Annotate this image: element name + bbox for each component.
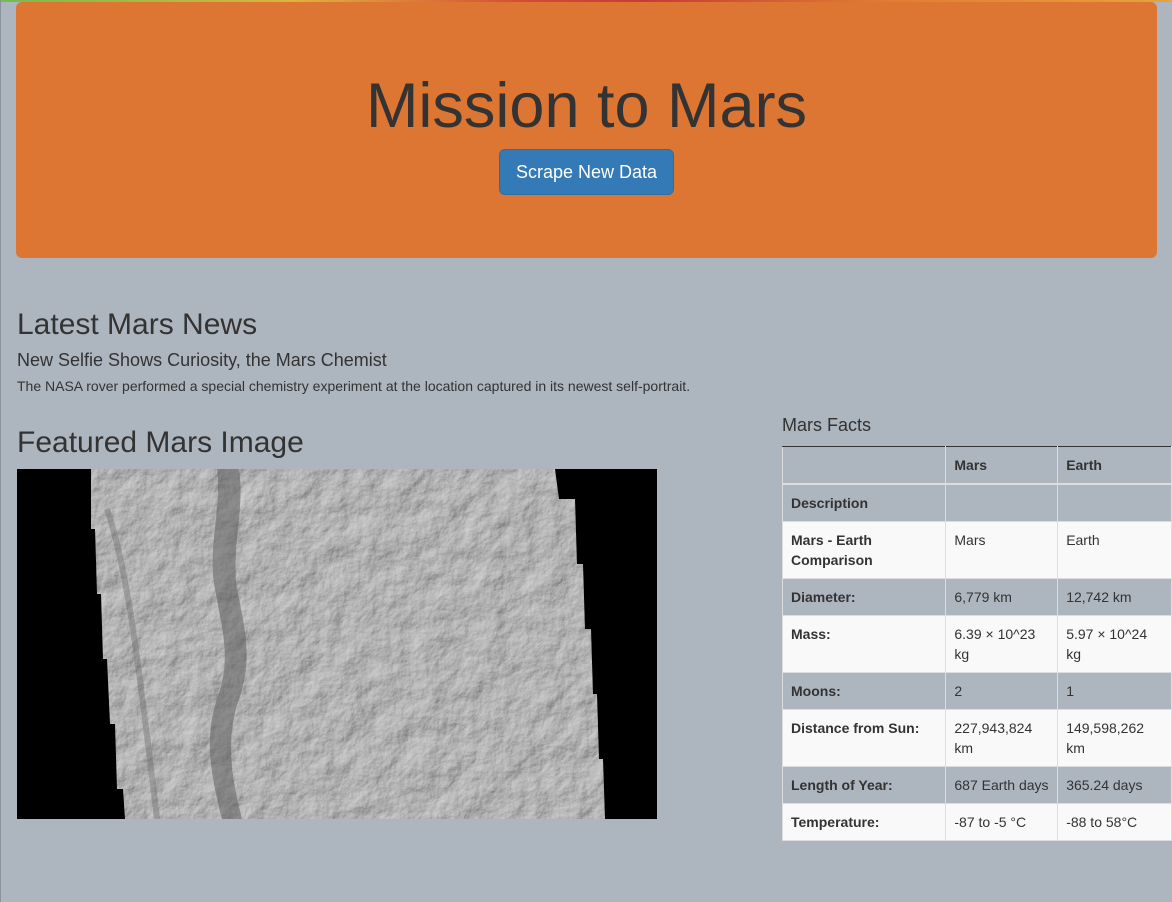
mars-surface-image: [17, 469, 657, 819]
jumbotron-header: Mission to Mars Scrape New Data: [16, 2, 1157, 258]
mars-value: [945, 483, 1059, 522]
table-header-cell: Mars: [945, 446, 1059, 485]
table-row: Mass: 6.39 × 10^23 kg 5.97 × 10^24 kg: [781, 615, 1172, 673]
earth-value: 5.97 × 10^24 kg: [1057, 615, 1172, 673]
row-label: Moons:: [781, 672, 947, 710]
mars-value: 227,943,824 km: [945, 709, 1059, 767]
mars-value: 6.39 × 10^23 kg: [945, 615, 1059, 673]
table-header-row: Mars Earth: [781, 446, 1172, 485]
table-row: Distance from Sun: 227,943,824 km 149,59…: [781, 709, 1172, 767]
table-row: Description: [781, 483, 1172, 522]
row-label: Length of Year:: [781, 766, 947, 804]
earth-value: [1057, 483, 1172, 522]
row-label: Diameter:: [781, 578, 947, 616]
news-paragraph: The NASA rover performed a special chemi…: [17, 378, 691, 394]
page-title: Mission to Mars: [365, 71, 808, 141]
row-label: Temperature:: [781, 803, 947, 841]
mars-facts-heading: Mars Facts: [782, 415, 872, 435]
earth-value: 149,598,262 km: [1057, 709, 1172, 767]
table-row: Moons: 2 1: [781, 672, 1172, 710]
mars-facts-table: Mars Earth Description Mars - Earth Comp…: [781, 446, 1172, 841]
earth-value: -88 to 58°C: [1057, 803, 1172, 841]
latest-news-heading: Latest Mars News: [17, 308, 258, 341]
featured-image-heading: Featured Mars Image: [17, 426, 304, 459]
news-title: New Selfie Shows Curiosity, the Mars Che…: [17, 350, 387, 370]
earth-value: Earth: [1057, 521, 1172, 579]
mars-value: -87 to -5 °C: [945, 803, 1059, 841]
row-label: Mass:: [781, 615, 947, 673]
earth-value: 365.24 days: [1057, 766, 1172, 804]
mars-value: 687 Earth days: [945, 766, 1059, 804]
row-label: Description: [781, 483, 947, 522]
table-row: Temperature: -87 to -5 °C -88 to 58°C: [781, 803, 1172, 841]
mars-value: 2: [945, 672, 1059, 710]
table-row: Length of Year: 687 Earth days 365.24 da…: [781, 766, 1172, 804]
table-row: Mars - Earth Comparison Mars Earth: [781, 521, 1172, 579]
earth-value: 1: [1057, 672, 1172, 710]
mars-value: Mars: [945, 521, 1059, 579]
mars-value: 6,779 km: [945, 578, 1059, 616]
row-label: Distance from Sun:: [781, 709, 947, 767]
earth-value: 12,742 km: [1057, 578, 1172, 616]
table-header-cell: Earth: [1057, 446, 1172, 485]
row-label: Mars - Earth Comparison: [781, 521, 947, 579]
table-header-cell: [781, 446, 947, 485]
table-row: Diameter: 6,779 km 12,742 km: [781, 578, 1172, 616]
scrape-new-data-button[interactable]: Scrape New Data: [499, 149, 674, 195]
featured-mars-image: [17, 469, 657, 819]
